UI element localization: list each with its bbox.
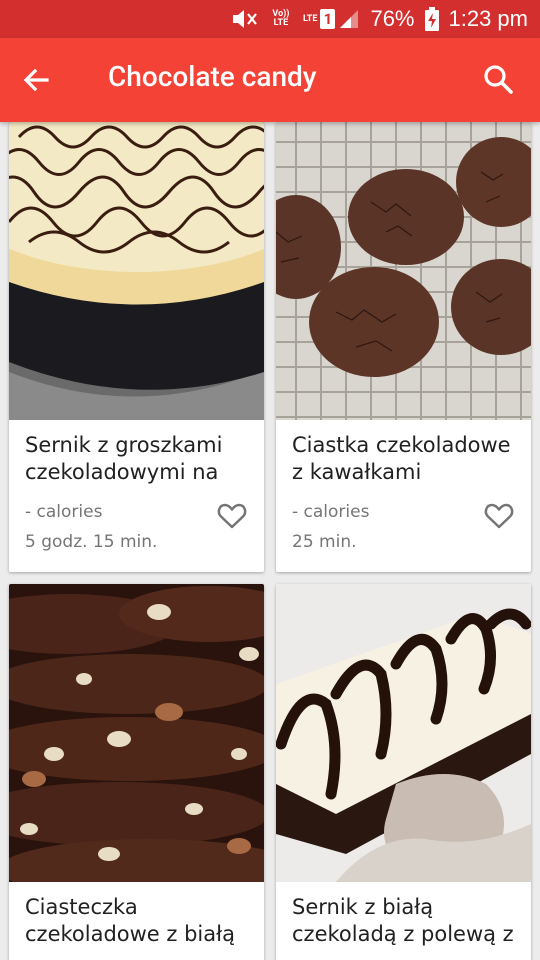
clock: 1:23 pm bbox=[448, 6, 529, 31]
recipe-card[interactable]: Ciasteczka czekoladowe z białą bbox=[9, 584, 264, 960]
recipe-calories: - calories bbox=[25, 502, 103, 522]
recipe-photo bbox=[276, 122, 531, 420]
lte-label: LTE bbox=[302, 13, 318, 24]
status-bar: Vo)) LTE LTE 1 76% 1:23 pm bbox=[0, 0, 540, 38]
arrow-back-icon bbox=[23, 68, 49, 92]
recipe-card[interactable]: Sernik z groszkami czekoladowymi na - ca… bbox=[9, 122, 264, 572]
battery-charging-icon bbox=[424, 7, 439, 31]
lte-signal-icon: LTE 1 bbox=[303, 8, 361, 30]
app-bar: Chocolate candy bbox=[0, 38, 540, 122]
sim-slot-badge: 1 bbox=[320, 9, 336, 29]
recipe-photo bbox=[276, 584, 531, 882]
page-title: Chocolate candy bbox=[108, 60, 317, 93]
search-icon bbox=[484, 65, 513, 94]
recipe-title: Sernik z białą czekoladą z polewą z bbox=[292, 895, 514, 946]
volte-icon: Vo)) LTE bbox=[272, 9, 290, 28]
favorite-button[interactable] bbox=[216, 500, 248, 532]
search-button[interactable] bbox=[482, 63, 514, 95]
recipe-time: 5 godz. 15 min. bbox=[25, 532, 158, 552]
back-button[interactable] bbox=[20, 64, 52, 96]
heart-outline-icon bbox=[217, 503, 247, 529]
recipe-card[interactable]: Sernik z białą czekoladą z polewą z bbox=[276, 584, 531, 960]
recipe-title: Ciastka czekoladowe z kawałkami bbox=[292, 433, 511, 484]
battery-percent: 76% bbox=[370, 6, 415, 31]
recipe-calories: - calories bbox=[292, 502, 370, 522]
favorite-button[interactable] bbox=[483, 500, 515, 532]
recipe-time: 25 min. bbox=[292, 532, 357, 552]
recipe-title: Ciasteczka czekoladowe z białą bbox=[25, 895, 235, 946]
mute-icon bbox=[231, 8, 259, 30]
recipe-photo bbox=[9, 584, 264, 882]
recipe-title: Sernik z groszkami czekoladowymi na bbox=[25, 433, 223, 484]
recipe-photo bbox=[9, 122, 264, 420]
recipe-card[interactable]: Ciastka czekoladowe z kawałkami - calori… bbox=[276, 122, 531, 572]
signal-strength-icon bbox=[340, 10, 359, 28]
heart-outline-icon bbox=[484, 503, 514, 529]
